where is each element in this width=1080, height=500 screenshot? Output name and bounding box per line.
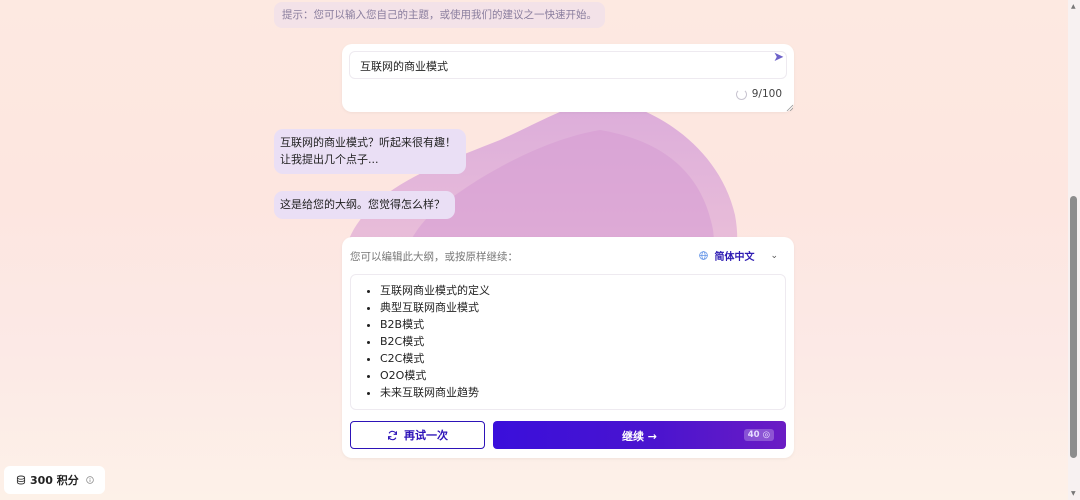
scrollbar[interactable]: ▲ ▼ <box>1068 0 1080 500</box>
outline-list: 互联网商业模式的定义 典型互联网商业模式 B2B模式 B2C模式 C2C模式 O… <box>351 282 785 401</box>
assistant-reply-bubble: 互联网的商业模式？听起来很有趣！ 让我提出几个点子... <box>274 129 466 174</box>
reply-line-1: 互联网的商业模式？听起来很有趣！ <box>280 136 456 149</box>
scroll-up-icon[interactable]: ▲ <box>1071 3 1076 10</box>
outline-question-text: 这是给您的大纲。您觉得怎么样？ <box>280 198 445 211</box>
outline-item[interactable]: B2C模式 <box>380 333 785 350</box>
outline-item[interactable]: 典型互联网商业模式 <box>380 299 785 316</box>
chevron-down-icon: ⌄ <box>770 250 778 261</box>
outline-item[interactable]: B2B模式 <box>380 316 785 333</box>
counter-text: 9/100 <box>751 88 782 100</box>
topic-input[interactable]: 互联网的商业模式 <box>349 51 787 79</box>
resize-handle-icon[interactable] <box>786 104 793 111</box>
outline-question-bubble: 这是给您的大纲。您觉得怎么样？ <box>274 191 455 219</box>
credit-cost-value: 40 <box>747 430 760 440</box>
hint-bubble: 提示：您可以输入您自己的主题，或使用我们的建议之一快速开始。 <box>274 2 605 28</box>
outline-card: 您可以编辑此大纲，或按原样继续： 简体中文 ⌄ 互联网商业模式的定义 典型互联网… <box>342 237 794 458</box>
retry-button[interactable]: 再试一次 <box>350 421 485 449</box>
scrollbar-thumb[interactable] <box>1070 196 1077 458</box>
language-label: 简体中文 <box>714 252 755 263</box>
language-select[interactable]: 简体中文 ⌄ <box>699 248 778 263</box>
info-icon[interactable] <box>86 476 94 484</box>
outline-prompt: 您可以编辑此大纲，或按原样继续： <box>350 251 518 263</box>
scroll-down-icon[interactable]: ▼ <box>1071 490 1076 497</box>
outline-editor[interactable]: 互联网商业模式的定义 典型互联网商业模式 B2B模式 B2C模式 C2C模式 O… <box>350 274 786 410</box>
progress-ring-icon <box>735 88 747 100</box>
send-icon[interactable]: ➤ <box>773 50 784 65</box>
credit-cost-badge: 40 ◎ <box>743 429 774 441</box>
globe-icon <box>699 251 709 260</box>
coins-icon <box>16 475 26 485</box>
outline-item[interactable]: O2O模式 <box>380 367 785 384</box>
credits-label: 300 积分 <box>30 474 79 487</box>
topic-input-card: 互联网的商业模式 ➤ 9/100 <box>342 44 794 112</box>
reply-line-2: 让我提出几个点子... <box>280 153 379 166</box>
credits-balance[interactable]: 300 积分 <box>4 466 105 494</box>
outline-item[interactable]: 未来互联网商业趋势 <box>380 384 785 401</box>
refresh-icon <box>388 430 397 440</box>
continue-button[interactable]: 继续 → 40 ◎ <box>493 421 786 449</box>
character-counter: 9/100 <box>735 88 782 100</box>
app-root: { "hint": "提示：您可以输入您自己的主题，或使用我们的建议之一快速开始… <box>0 0 1080 500</box>
outline-item[interactable]: 互联网商业模式的定义 <box>380 282 785 299</box>
retry-label: 再试一次 <box>404 429 448 442</box>
outline-item[interactable]: C2C模式 <box>380 350 785 367</box>
coin-icon: ◎ <box>762 430 770 440</box>
continue-label: 继续 → <box>621 430 658 443</box>
